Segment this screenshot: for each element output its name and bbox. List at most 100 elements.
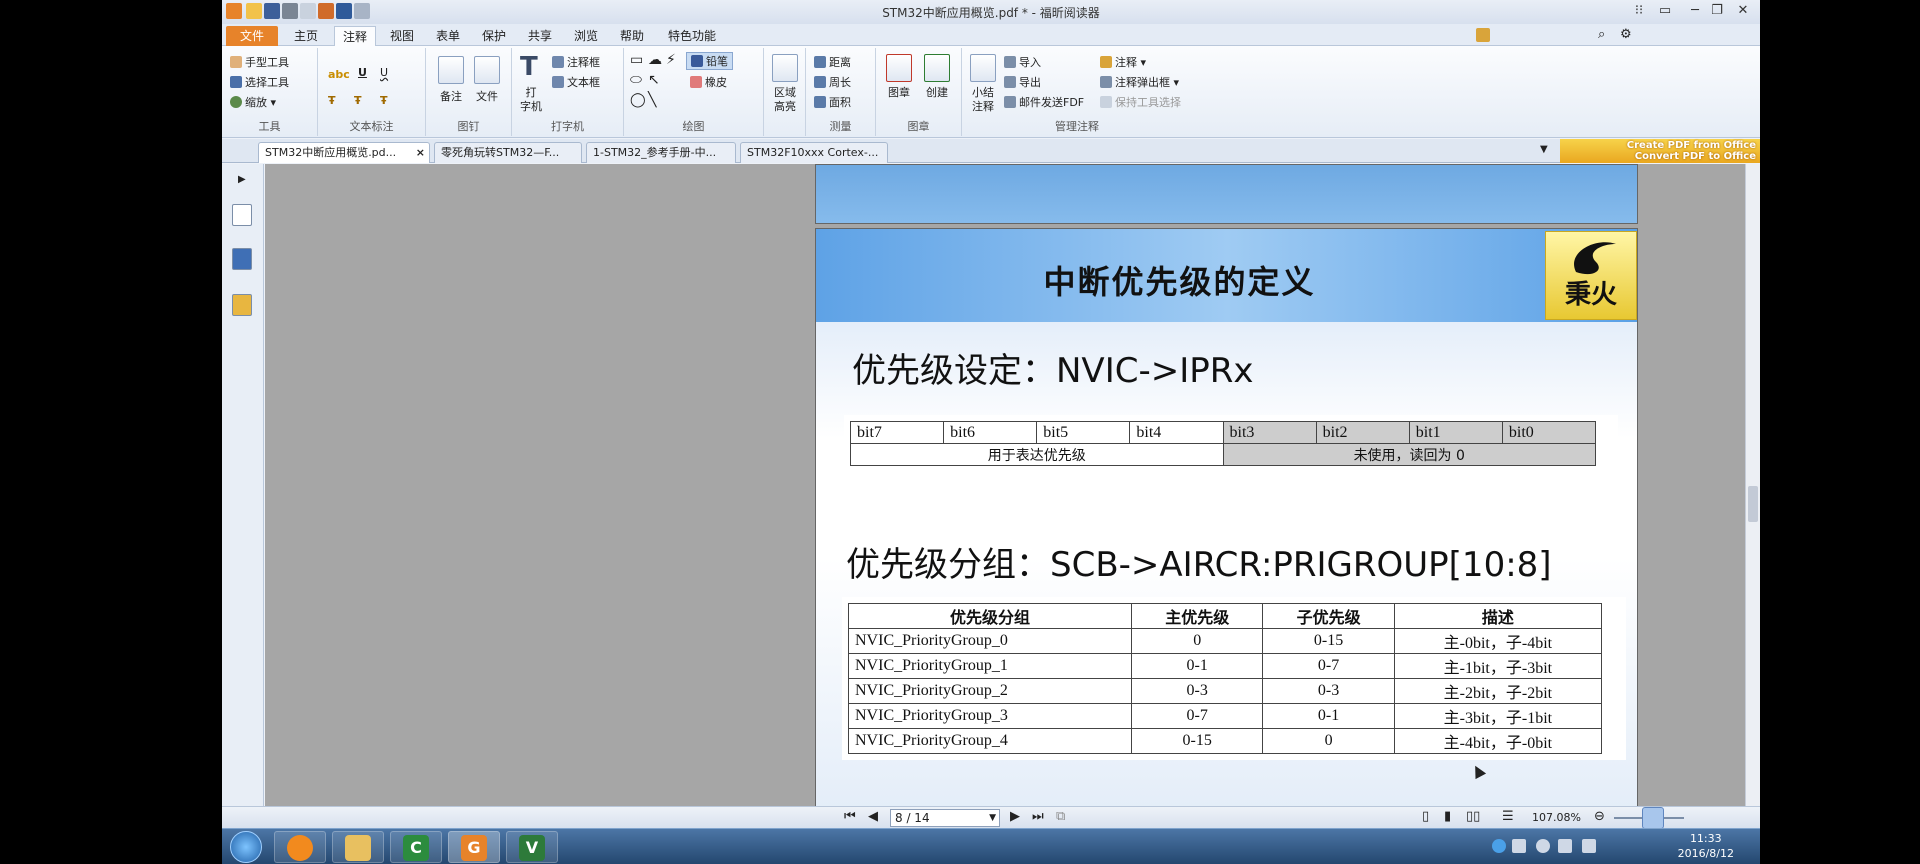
note-button[interactable]: 备注: [434, 90, 468, 104]
replace-text-icon[interactable]: Ŧ: [354, 94, 362, 107]
settings-icon[interactable]: ⚙: [1620, 27, 1632, 42]
rectangle-icon[interactable]: ▭: [630, 52, 643, 68]
search-icon[interactable]: ⌕: [1598, 27, 1605, 42]
typewriter-button[interactable]: 打 字机: [516, 86, 546, 114]
comments-panel-icon[interactable]: [232, 294, 252, 316]
textbox-tool[interactable]: 文本框: [552, 74, 600, 90]
strikeout-icon[interactable]: Ŧ: [328, 94, 336, 107]
arrow-icon[interactable]: ↖: [648, 72, 660, 88]
page-thumbnail-icon[interactable]: [232, 204, 252, 226]
cloud-icon[interactable]: ☁: [648, 52, 662, 68]
zoom-tool[interactable]: 缩放 ▾: [230, 94, 276, 110]
tab-form[interactable]: 表单: [428, 26, 468, 46]
taskbar-app-browser[interactable]: [274, 831, 326, 863]
tray-q-icon[interactable]: [1492, 839, 1506, 853]
tab-view[interactable]: 视图: [382, 26, 422, 46]
comment-menu[interactable]: 注释 ▾: [1100, 54, 1146, 70]
eraser-tool[interactable]: 橡皮: [690, 74, 727, 90]
facing-icon[interactable]: ▯▯: [1466, 809, 1480, 824]
line-icon[interactable]: ╲: [648, 92, 656, 108]
doc-tab-3[interactable]: 1-STM32_参考手册-中...: [586, 142, 736, 163]
taskbar-app-explorer[interactable]: [332, 831, 384, 863]
select-tool[interactable]: 选择工具: [230, 74, 289, 90]
folder-search-icon[interactable]: [1476, 28, 1490, 42]
squiggly-icon[interactable]: U: [380, 66, 388, 79]
create-stamp-icon[interactable]: [924, 54, 950, 82]
document-view[interactable]: 中断优先级的定义 秉火 优先级设定：NVIC->IPRx bit7 bit6 b…: [265, 164, 1745, 806]
area-tool[interactable]: 面积: [814, 94, 851, 110]
pencil-tool[interactable]: 铅笔: [686, 52, 733, 70]
fullscreen-button[interactable]: ▭: [1654, 2, 1676, 20]
taskbar-clock[interactable]: 11:33 2016/8/12: [1678, 831, 1734, 861]
area-highlight-icon[interactable]: [772, 54, 798, 82]
layers-icon[interactable]: [232, 248, 252, 270]
taskbar-app-editor[interactable]: C: [390, 831, 442, 863]
tray-volume-icon[interactable]: [1558, 839, 1572, 853]
export-tool[interactable]: 导出: [1004, 74, 1041, 90]
zoom-out-icon[interactable]: ⊖: [1594, 809, 1605, 824]
previous-view-icon[interactable]: ⧉: [1056, 809, 1065, 824]
perimeter-tool[interactable]: 周长: [814, 74, 851, 90]
taskbar-app-keil[interactable]: V: [506, 831, 558, 863]
close-button[interactable]: ✕: [1732, 2, 1754, 20]
next-page-icon[interactable]: ▶: [1010, 809, 1020, 824]
file-button[interactable]: 文件: [470, 90, 504, 104]
typewriter-icon[interactable]: T: [520, 52, 538, 82]
email-fdf-tool[interactable]: 邮件发送FDF: [1004, 94, 1084, 110]
single-page-icon[interactable]: ▯: [1422, 809, 1429, 824]
import-tool[interactable]: 导入: [1004, 54, 1041, 70]
zoom-level[interactable]: 107.08%: [1532, 811, 1581, 824]
doc-tab-4[interactable]: STM32F10xxx Cortex-...: [740, 142, 888, 163]
summary-icon[interactable]: [970, 54, 996, 82]
close-tab-icon[interactable]: ×: [416, 143, 425, 163]
stamp-button[interactable]: 图章: [880, 86, 918, 100]
note-icon[interactable]: [438, 56, 464, 84]
distance-tool[interactable]: 距离: [814, 54, 851, 70]
user-avatar[interactable]: [1642, 807, 1664, 829]
ellipse-icon[interactable]: ⬭: [630, 72, 642, 88]
tray-battery-icon[interactable]: [1582, 839, 1596, 853]
area-highlight-button[interactable]: 区域 高亮: [768, 86, 802, 114]
keep-tool-selected[interactable]: 保持工具选择: [1100, 94, 1181, 110]
prev-page-icon[interactable]: ◀: [868, 809, 878, 824]
tray-network-icon[interactable]: [1536, 839, 1550, 853]
restore-button[interactable]: ❐: [1706, 2, 1728, 20]
tab-home[interactable]: 主页: [286, 26, 326, 46]
continuous-icon[interactable]: ▮: [1444, 809, 1451, 824]
create-pdf-banner[interactable]: Create PDF from Office Convert PDF to Of…: [1560, 139, 1760, 163]
last-page-icon[interactable]: ⏭: [1032, 809, 1044, 824]
insert-text-icon[interactable]: Ŧ: [380, 94, 388, 107]
hand-tool[interactable]: 手型工具: [230, 54, 289, 70]
oval-icon[interactable]: ◯: [630, 92, 646, 108]
first-page-icon[interactable]: ⏮: [844, 809, 856, 824]
expand-panel-icon[interactable]: ▶: [238, 174, 246, 185]
scroll-thumb[interactable]: [1748, 486, 1758, 522]
tab-comment[interactable]: 注释: [334, 26, 377, 46]
start-button[interactable]: [230, 831, 262, 863]
popup-menu[interactable]: 注释弹出框 ▾: [1100, 74, 1179, 90]
highlight-icon[interactable]: abc: [328, 68, 350, 81]
tab-features[interactable]: 特色功能: [660, 26, 724, 46]
minimize-button[interactable]: ─: [1684, 2, 1706, 20]
tray-keyboard-icon[interactable]: [1512, 839, 1526, 853]
polyline-icon[interactable]: ⚡: [666, 52, 676, 68]
summary-button[interactable]: 小结 注释: [964, 86, 1002, 114]
file-attach-icon[interactable]: [474, 56, 500, 84]
doc-tab-2[interactable]: 零死角玩转STM32—F...: [434, 142, 582, 163]
stamp-icon[interactable]: [886, 54, 912, 82]
page-number-input[interactable]: 8 / 14 ▼: [890, 809, 1000, 827]
callout-tool[interactable]: 注释框: [552, 54, 600, 70]
page-dropdown-icon[interactable]: ▼: [989, 810, 996, 826]
doc-tab-1[interactable]: STM32中断应用概览.pd... ×: [258, 142, 430, 163]
vertical-scrollbar[interactable]: [1745, 164, 1760, 806]
tab-help[interactable]: 帮助: [612, 26, 652, 46]
tab-file[interactable]: 文件: [226, 26, 278, 46]
split-icon[interactable]: ☰: [1502, 809, 1514, 824]
tab-share[interactable]: 共享: [520, 26, 560, 46]
underline-icon[interactable]: U: [358, 66, 367, 79]
tab-protect[interactable]: 保护: [474, 26, 514, 46]
taskbar-app-foxit[interactable]: G: [448, 831, 500, 863]
create-stamp-button[interactable]: 创建: [918, 86, 956, 100]
layout-button[interactable]: ⁝⁝: [1628, 2, 1650, 20]
tab-browse[interactable]: 浏览: [566, 26, 606, 46]
